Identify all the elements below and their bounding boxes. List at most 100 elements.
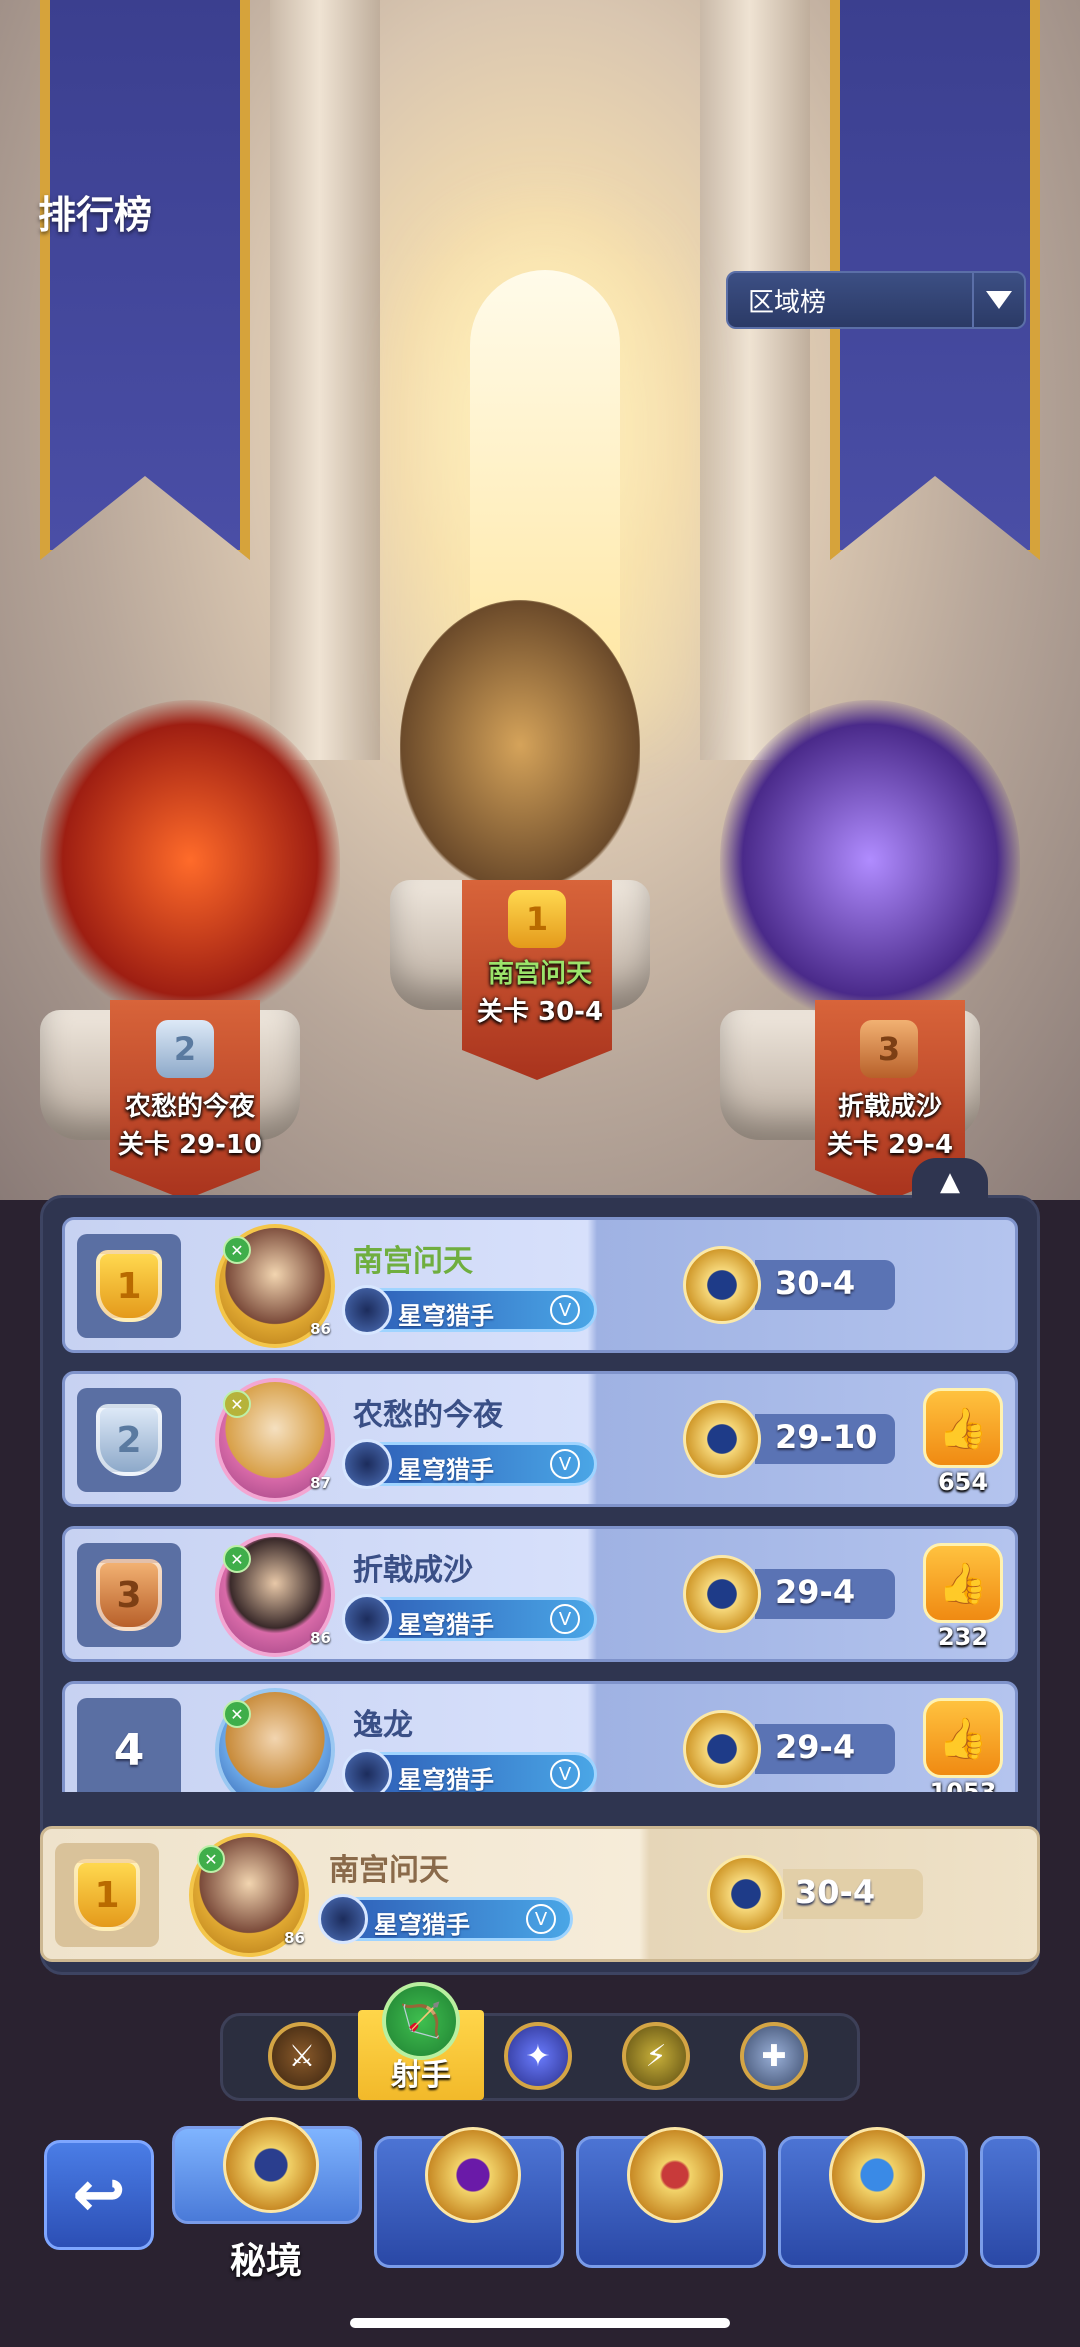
- rank-cell: 3: [77, 1543, 181, 1647]
- collapse-panel-button[interactable]: ▲: [912, 1158, 988, 1206]
- avatar[interactable]: ✕: [215, 1688, 335, 1792]
- banner-left: [40, 0, 250, 560]
- rank-cell: 2: [77, 1388, 181, 1492]
- table-row[interactable]: 1 ✕ 86 南宫问天 星穹猎手 V 30-4: [62, 1217, 1018, 1353]
- like-button[interactable]: 👍: [923, 1543, 1003, 1623]
- warrior-icon[interactable]: ⚔: [268, 2022, 336, 2090]
- nav-item[interactable]: [778, 2127, 968, 2268]
- podium-rank-badge: 1: [508, 890, 566, 948]
- hero-first[interactable]: [400, 600, 640, 890]
- nav-secret-realm[interactable]: [172, 2117, 362, 2224]
- class-label: 星穹猎手: [398, 1766, 494, 1792]
- hunter-icon: [342, 1749, 392, 1792]
- avatar-level: 86: [310, 1320, 331, 1338]
- avatar-level: 87: [310, 1474, 331, 1492]
- table-row[interactable]: 4 ✕ 逸龙 星穹猎手 V 29-4 👍 1053: [62, 1681, 1018, 1792]
- status-badge: ✕: [223, 1545, 251, 1573]
- podium-rank-badge: 3: [860, 1020, 918, 1078]
- like-count: 232: [937, 1623, 989, 1651]
- avatar[interactable]: ✕ 87: [215, 1378, 335, 1502]
- chevron-down-icon[interactable]: [972, 273, 1024, 327]
- rank-cell: 4: [77, 1698, 181, 1792]
- podium-rank-badge: 2: [156, 1020, 214, 1078]
- stage-value: 30-4: [795, 1873, 876, 1911]
- podium-third-info: 折戟成沙 关卡 29-4: [780, 1088, 1000, 1164]
- nav-item[interactable]: [576, 2127, 766, 2268]
- player-name: 折戟成沙: [353, 1553, 473, 1588]
- my-rank-row[interactable]: 1 ✕ 86 南宫问天 星穹猎手 V 30-4: [40, 1826, 1040, 1962]
- hunter-icon: [342, 1594, 392, 1644]
- like-count: 1053: [929, 1778, 997, 1792]
- back-button[interactable]: ↩: [44, 2140, 154, 2250]
- nav-label: 秘境: [229, 2241, 302, 2282]
- avatar-level: 86: [284, 1929, 305, 1947]
- nav-item[interactable]: [374, 2127, 564, 2268]
- home-indicator[interactable]: [350, 2318, 730, 2328]
- rank-cell: 1: [55, 1843, 159, 1947]
- player-name: 南宫问天: [329, 1853, 449, 1888]
- player-name: 逸龙: [353, 1708, 413, 1743]
- thumbs-up-icon: 👍: [938, 1715, 988, 1762]
- rank-badge: 2: [96, 1404, 162, 1476]
- class-badge: 星穹猎手 V: [342, 1285, 597, 1335]
- podium-name: 南宫问天: [487, 959, 592, 989]
- avatar[interactable]: ✕ 86: [189, 1833, 309, 1957]
- podium-stage: 关卡 30-4: [476, 997, 604, 1027]
- class-badge: 星穹猎手 V: [342, 1594, 597, 1644]
- class-tier: V: [550, 1604, 580, 1634]
- podium-stage: 关卡 29-10: [117, 1130, 263, 1160]
- status-badge: ✕: [223, 1236, 251, 1264]
- like-count: 654: [937, 1468, 989, 1496]
- avatar[interactable]: ✕ 86: [215, 1533, 335, 1657]
- nav-item[interactable]: [980, 2136, 1040, 2268]
- rank-badge: 1: [74, 1859, 140, 1931]
- hero-third[interactable]: [720, 700, 1020, 1020]
- like-button[interactable]: 👍: [923, 1698, 1003, 1778]
- like-button[interactable]: 👍: [923, 1388, 1003, 1468]
- region-dropdown[interactable]: 区域榜: [726, 271, 1026, 329]
- stage-icon: [683, 1400, 761, 1478]
- avatar-level: 86: [310, 1629, 331, 1647]
- rank-badge: 1: [96, 1250, 162, 1322]
- class-tier: V: [550, 1449, 580, 1479]
- hunter-icon: [318, 1894, 368, 1944]
- region-dropdown-value: 区域榜: [748, 287, 827, 318]
- class-badge: 星穹猎手 V: [342, 1749, 597, 1792]
- stage-icon: [683, 1555, 761, 1633]
- stage-value: 30-4: [775, 1264, 856, 1302]
- player-name: 南宫问天: [353, 1244, 473, 1279]
- podium-first-info: 南宫问天 关卡 30-4: [430, 955, 650, 1031]
- status-badge: ✕: [223, 1390, 251, 1418]
- mage-icon[interactable]: ✦: [504, 2022, 572, 2090]
- star-compass-icon: [829, 2127, 925, 2223]
- table-row[interactable]: 2 ✕ 87 农愁的今夜 星穹猎手 V 29-10 👍 654: [62, 1371, 1018, 1507]
- status-badge: ✕: [223, 1700, 251, 1728]
- secret-realm-icon: [223, 2117, 319, 2213]
- assassin-icon[interactable]: ⚡: [622, 2022, 690, 2090]
- rank-badge: 3: [96, 1559, 162, 1631]
- class-badge: 星穹猎手 V: [318, 1894, 573, 1944]
- table-row[interactable]: 3 ✕ 86 折戟成沙 星穹猎手 V 29-4 👍 232: [62, 1526, 1018, 1662]
- podium-name: 折戟成沙: [837, 1092, 942, 1122]
- rank-number: 4: [113, 1724, 145, 1776]
- class-label: 星穹猎手: [374, 1911, 470, 1939]
- pillar: [270, 0, 380, 760]
- page-title: 排行榜: [38, 193, 153, 237]
- avatar[interactable]: ✕ 86: [215, 1224, 335, 1348]
- stage-value: 29-4: [775, 1728, 856, 1766]
- leaderboard-list[interactable]: 1 ✕ 86 南宫问天 星穹猎手 V 30-4 2 ✕ 87 农愁的今夜 星穹猎…: [62, 1217, 1018, 1792]
- stage-icon: [683, 1246, 761, 1324]
- thumbs-up-icon: 👍: [938, 1405, 988, 1452]
- back-arrow-icon: ↩: [72, 2158, 126, 2232]
- pillar: [700, 0, 810, 760]
- tab-archer[interactable]: 🏹 射手: [358, 1982, 484, 2100]
- podium-second-info: 农愁的今夜 关卡 29-10: [80, 1088, 300, 1164]
- hero-second[interactable]: [40, 700, 340, 1020]
- priest-icon[interactable]: ✚: [740, 2022, 808, 2090]
- podium-name: 农愁的今夜: [124, 1092, 255, 1122]
- stage-icon: [707, 1855, 785, 1933]
- tab-label: 射手: [391, 2058, 451, 2093]
- arena-background: 1 2 3 南宫问天 关卡 30-4 农愁的今夜 关卡 29-10 折戟成沙 关…: [0, 0, 1080, 1200]
- stage-value: 29-4: [775, 1573, 856, 1611]
- player-name: 农愁的今夜: [353, 1398, 503, 1433]
